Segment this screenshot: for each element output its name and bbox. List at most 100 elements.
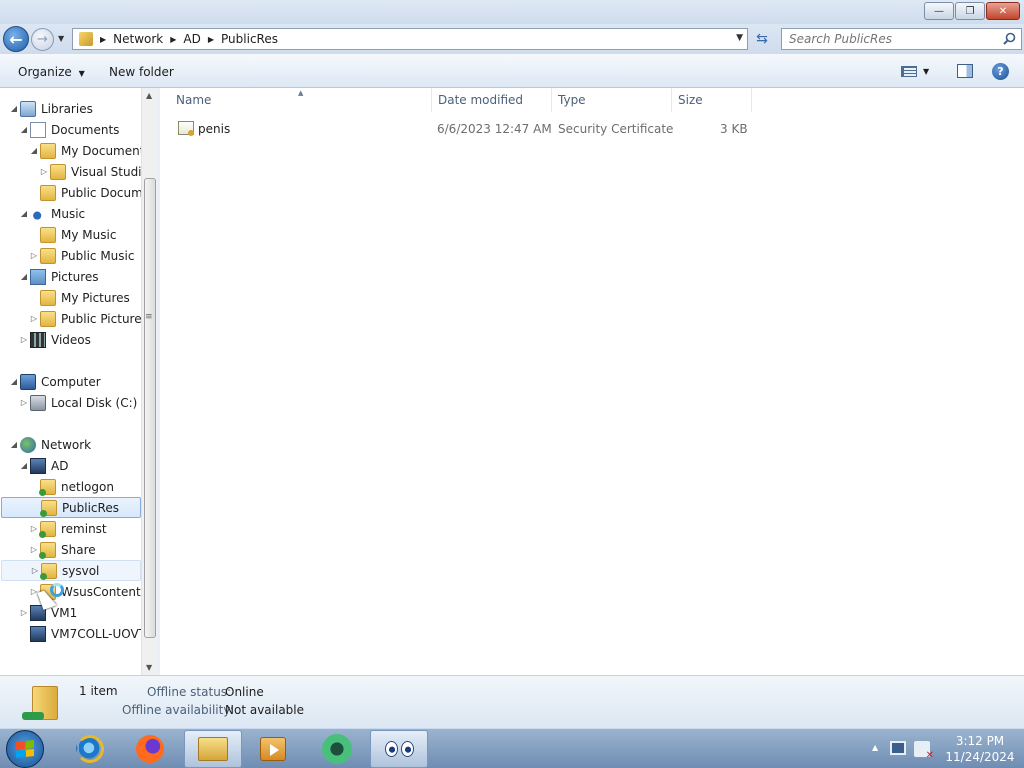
windows-explorer-icon (198, 737, 228, 761)
nav-item-computer[interactable]: ◢ Computer (9, 371, 101, 392)
nav-item-network[interactable]: ◢ Network (9, 434, 91, 455)
collapse-arrow-icon[interactable]: ◢ (19, 461, 29, 470)
taskbar: ▲ 3:12 PM 11/24/2024 (0, 728, 1024, 768)
computer-icon (20, 373, 36, 390)
nav-item-videos[interactable]: ▷ Videos (19, 329, 91, 350)
nav-item-music[interactable]: ◢ Music (19, 203, 85, 224)
expand-arrow-icon[interactable]: ▷ (29, 524, 39, 533)
expand-arrow-icon[interactable]: ▷ (29, 314, 39, 323)
address-row: ← → ▼ ▶ Network ▶ AD ▶ PublicRes ▼ ⇆ (0, 24, 1024, 54)
scroll-up-icon[interactable]: ▲ (146, 91, 152, 100)
nav-item-pictures[interactable]: ◢ Pictures (19, 266, 99, 287)
column-header-type[interactable]: Type (552, 88, 672, 112)
expand-arrow-icon[interactable]: ▷ (19, 335, 29, 344)
refresh-icon: ⇆ (756, 31, 768, 47)
details-pane: 1 item Offline status: Online Offline av… (0, 675, 1024, 728)
collapse-arrow-icon[interactable]: ◢ (19, 209, 29, 218)
search-input[interactable] (789, 32, 999, 46)
scroll-down-icon[interactable]: ▼ (146, 663, 152, 672)
expand-arrow-icon[interactable]: ▷ (39, 167, 49, 176)
nav-item-public-docume[interactable]: Public Docume (29, 182, 150, 203)
collapse-arrow-icon[interactable]: ◢ (19, 125, 29, 134)
breadcrumb-separator-icon[interactable]: ▶ (100, 35, 106, 44)
address-dropdown-icon[interactable]: ▼ (736, 33, 743, 43)
scroll-thumb[interactable] (144, 178, 156, 638)
organize-label: Organize (18, 65, 72, 79)
nav-scrollbar[interactable]: ▲ ≡ ▼ (141, 88, 158, 675)
firefox-button[interactable] (121, 730, 179, 768)
organize-button[interactable]: Organize ▼ (18, 65, 85, 79)
certificate-icon (178, 121, 194, 136)
expand-arrow-icon[interactable]: ▷ (29, 545, 39, 554)
clock[interactable]: 3:12 PM 11/24/2024 (938, 733, 1022, 765)
details-view-icon (901, 65, 917, 77)
expand-arrow-icon[interactable]: ▷ (19, 398, 29, 407)
breadcrumb-ad[interactable]: AD (183, 32, 200, 46)
address-bar[interactable]: ▶ Network ▶ AD ▶ PublicRes ▼ (72, 28, 748, 50)
nav-item-publicres[interactable]: PublicRes (1, 497, 141, 518)
nav-item-local-disk-c[interactable]: ▷ Local Disk (C:) (19, 392, 137, 413)
media-player-button[interactable] (244, 730, 302, 768)
column-header-size[interactable]: Size (672, 88, 752, 112)
change-view-button[interactable]: ▼ (901, 64, 937, 78)
collapse-arrow-icon[interactable]: ◢ (9, 440, 19, 449)
nav-item-my-music[interactable]: My Music (29, 224, 116, 245)
breadcrumb-publicres[interactable]: PublicRes (221, 32, 278, 46)
media-player-icon (260, 737, 286, 761)
nav-item-public-music[interactable]: ▷ Public Music (29, 245, 134, 266)
volume-muted-icon[interactable] (914, 741, 934, 761)
expand-arrow-icon[interactable]: ▷ (29, 251, 39, 260)
clock-time: 3:12 PM (955, 734, 1005, 748)
nav-item-public-pictures[interactable]: ▷ Public Pictures (29, 308, 148, 329)
collapse-arrow-icon[interactable]: ◢ (19, 272, 29, 281)
nav-item-netlogon[interactable]: netlogon (29, 476, 114, 497)
collapse-arrow-icon[interactable]: ◢ (9, 377, 19, 386)
nav-item-ad[interactable]: ◢ AD (19, 455, 68, 476)
nav-item-vm7coll-uovt[interactable]: VM7COLL-UOVT (19, 623, 146, 644)
nav-item-label: Share (61, 542, 96, 557)
nav-item-libraries[interactable]: ◢ Libraries (9, 98, 93, 119)
nav-item-visual-studio[interactable]: ▷ Visual Studio (39, 161, 149, 182)
breadcrumb-separator-icon[interactable]: ▶ (208, 35, 214, 44)
help-button[interactable]: ? (992, 63, 1009, 80)
search-box[interactable] (781, 28, 1022, 50)
breadcrumb-separator-icon[interactable]: ▶ (170, 35, 176, 44)
nav-item-label: VM1 (51, 605, 78, 620)
green-app-button[interactable] (308, 730, 366, 768)
nav-item-documents[interactable]: ◢ Documents (19, 119, 119, 140)
forward-button[interactable]: → (31, 28, 54, 51)
nav-item-my-documents[interactable]: ◢ My Documents (29, 140, 151, 161)
offline-availability-value: Not available (225, 703, 305, 717)
nav-item-share[interactable]: ▷ Share (29, 539, 96, 560)
minimize-button[interactable]: — (924, 2, 954, 20)
nav-item-label: Pictures (51, 269, 99, 284)
maximize-button[interactable]: ❐ (955, 2, 985, 20)
forward-arrow-icon: → (37, 32, 48, 47)
expand-arrow-icon[interactable]: ▷ (30, 566, 40, 575)
nav-item-label: AD (51, 458, 69, 473)
windows-explorer-button[interactable] (184, 730, 242, 768)
new-folder-button[interactable]: New folder (109, 65, 174, 79)
preview-pane-button[interactable] (957, 64, 973, 78)
windows-logo-icon (16, 740, 34, 758)
start-button[interactable] (6, 730, 44, 768)
eyes-app-button[interactable] (370, 730, 428, 768)
column-header-date-modified[interactable]: Date modified (432, 88, 552, 112)
collapse-arrow-icon[interactable]: ◢ (9, 104, 19, 113)
file-row[interactable]: penis 6/6/2023 12:47 AM Security Certifi… (172, 118, 752, 140)
nav-item-sysvol[interactable]: ▷ sysvol (1, 560, 141, 581)
breadcrumb-network[interactable]: Network (113, 32, 163, 46)
refresh-button[interactable]: ⇆ (752, 29, 772, 49)
internet-explorer-button[interactable] (61, 730, 119, 768)
collapse-arrow-icon[interactable]: ◢ (29, 146, 39, 155)
expand-arrow-icon[interactable]: ▷ (19, 608, 29, 617)
back-button[interactable]: ← (3, 26, 29, 52)
search-icon[interactable] (1003, 32, 1016, 45)
show-hidden-icons-icon[interactable]: ▲ (872, 743, 878, 752)
action-center-icon[interactable] (890, 741, 906, 755)
close-button[interactable]: ✕ (986, 2, 1020, 20)
nav-item-reminst[interactable]: ▷ reminst (29, 518, 107, 539)
nav-item-my-pictures[interactable]: My Pictures (29, 287, 130, 308)
recent-pages-dropdown[interactable]: ▼ (58, 34, 64, 43)
pictures-icon (30, 268, 46, 285)
